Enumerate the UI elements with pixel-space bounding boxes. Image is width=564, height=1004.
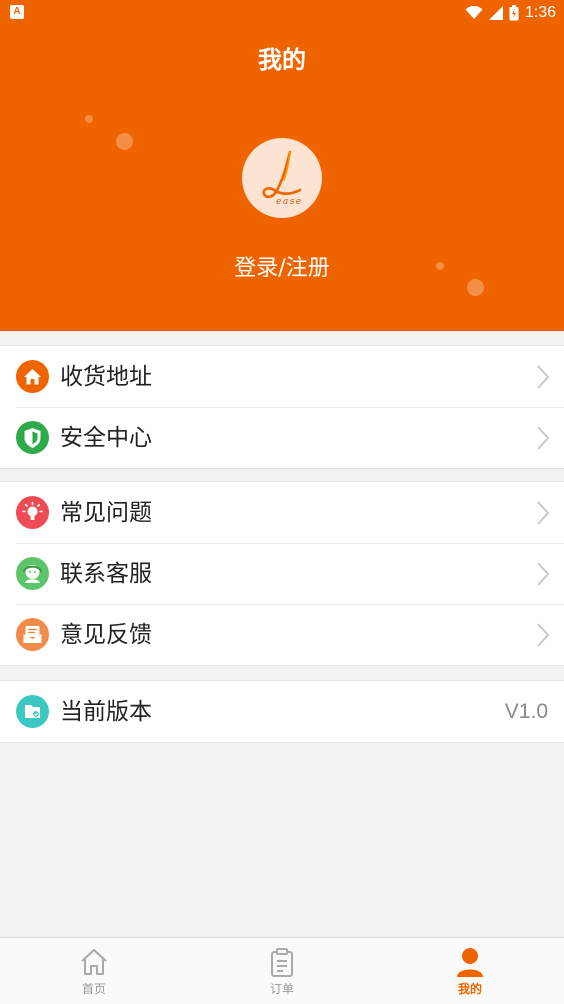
customer-service-icon	[16, 557, 49, 590]
menu-item-label: 常见问题	[60, 500, 152, 526]
clipboard-icon	[271, 948, 293, 977]
menu-item-feedback[interactable]: 意见反馈	[0, 604, 564, 665]
menu-item-security[interactable]: 安全中心	[0, 407, 564, 468]
battery-icon	[509, 5, 519, 21]
menu-item-label: 意见反馈	[60, 622, 152, 648]
lightbulb-icon	[16, 496, 49, 529]
version-icon	[16, 695, 49, 728]
menu-group-about: 当前版本 V1.0	[0, 680, 564, 743]
version-value: V1.0	[504, 700, 548, 723]
menu-group-account: 收货地址 安全中心	[0, 345, 564, 469]
menu-item-label: 安全中心	[60, 425, 152, 451]
status-bar: A 1:36	[0, 0, 564, 26]
feedback-mail-icon	[16, 618, 49, 651]
signal-icon	[488, 6, 503, 20]
menu-item-faq[interactable]: 常见问题	[0, 482, 564, 543]
tab-label: 首页	[81, 982, 106, 996]
tab-label: 订单	[269, 982, 294, 996]
wifi-icon	[465, 6, 483, 19]
person-icon	[457, 948, 483, 977]
decor-bubble	[116, 133, 133, 150]
menu-item-label: 收货地址	[60, 364, 152, 390]
menu-item-label: 当前版本	[60, 699, 152, 725]
svg-text:ease: ease	[276, 197, 303, 207]
menu-item-label: 联系客服	[60, 561, 152, 587]
decor-bubble	[85, 115, 93, 123]
menu-group-support: 常见问题 联系客服 意见反馈	[0, 481, 564, 666]
avatar[interactable]: ease	[242, 138, 322, 218]
chevron-right-icon	[537, 501, 550, 525]
login-register-link[interactable]: 登录/注册	[0, 250, 564, 282]
chevron-right-icon	[537, 426, 550, 450]
tab-mine[interactable]: 我的	[376, 938, 564, 1004]
chevron-right-icon	[537, 623, 550, 647]
bottom-tab-bar: 首页 订单 我的	[0, 937, 564, 1004]
status-time: 1:36	[524, 4, 556, 21]
tab-orders[interactable]: 订单	[188, 938, 376, 1004]
lease-logo-icon: ease	[262, 150, 303, 207]
tab-label: 我的	[457, 982, 482, 996]
menu-item-address[interactable]: 收货地址	[0, 346, 564, 407]
chevron-right-icon	[537, 562, 550, 586]
home-icon	[16, 360, 49, 393]
profile-header: 我的 ease 登录/注册	[0, 26, 564, 331]
tab-home[interactable]: 首页	[0, 938, 188, 1004]
menu-item-version: 当前版本 V1.0	[0, 681, 564, 742]
chevron-right-icon	[537, 365, 550, 389]
shield-icon	[16, 421, 49, 454]
notification-icon: A	[10, 5, 24, 19]
page-title: 我的	[258, 46, 306, 74]
menu-item-contact-service[interactable]: 联系客服	[0, 543, 564, 604]
home-outline-icon	[81, 949, 107, 975]
